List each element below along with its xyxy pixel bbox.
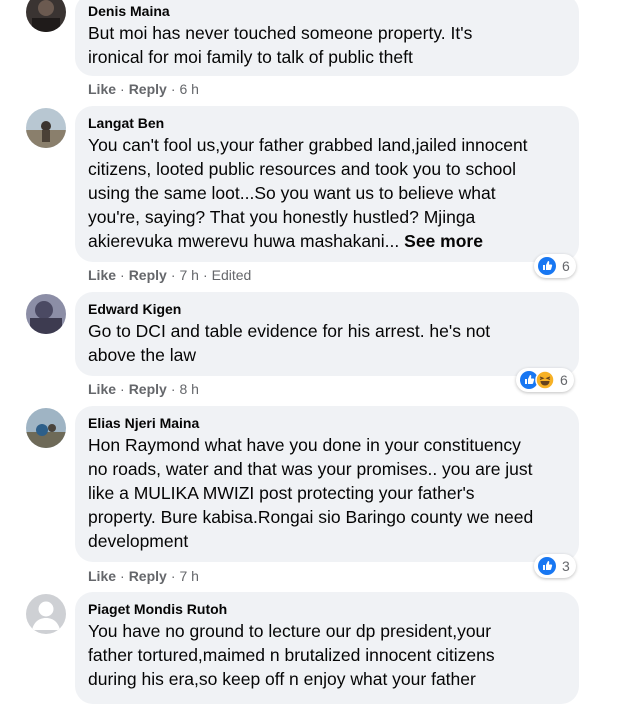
comment-line: during his era,so keep off n enjoy what … xyxy=(88,669,476,689)
reply-button[interactable]: Reply xyxy=(129,81,167,97)
avatar[interactable] xyxy=(26,594,66,634)
edited-label[interactable]: Edited xyxy=(212,267,252,283)
comment-line: ironical for moi family to talk of publi… xyxy=(88,47,413,67)
avatar[interactable] xyxy=(26,108,66,148)
reply-button[interactable]: Reply xyxy=(129,381,167,397)
haha-icon xyxy=(535,370,555,390)
comment-line: You have no ground to lecture our dp pre… xyxy=(88,621,492,641)
comment-line: father tortured,maimed n brutalized inno… xyxy=(88,645,495,665)
comment-line: above the law xyxy=(88,345,196,365)
comment-bubble: Langat Ben You can't fool us,your father… xyxy=(75,106,579,262)
reaction-summary[interactable]: 3 xyxy=(534,554,576,578)
comment-author[interactable]: Elias Njeri Maina xyxy=(88,414,567,432)
separator: · xyxy=(120,568,125,584)
comment-line: property. Bure kabisa.Rongai sio Baringo… xyxy=(88,507,534,527)
comment-line: Go to DCI and table evidence for his arr… xyxy=(88,321,491,341)
timestamp[interactable]: 7 h xyxy=(179,568,198,584)
separator: · xyxy=(170,568,176,584)
like-icon xyxy=(537,556,557,576)
separator: · xyxy=(170,81,176,97)
comment-line: development xyxy=(88,531,189,551)
comment-text: Hon Raymond what have you done in your c… xyxy=(88,433,567,553)
reaction-summary[interactable]: 6 xyxy=(534,254,576,278)
see-more-link[interactable]: See more xyxy=(404,231,483,251)
comment-text: But moi has never touched someone proper… xyxy=(88,21,567,69)
comment-line: citizens, looted public resources and to… xyxy=(88,159,517,179)
comment-author[interactable]: Edward Kigen xyxy=(88,300,567,318)
like-button[interactable]: Like xyxy=(88,568,116,584)
separator: · xyxy=(120,81,125,97)
reaction-summary[interactable]: 6 xyxy=(516,368,574,392)
comment-line: akierevuka mwerevu huwa mashakani... See… xyxy=(88,229,567,253)
separator: · xyxy=(202,267,208,283)
comment-actions: Like · Reply · 8 h xyxy=(88,380,199,398)
reaction-count: 3 xyxy=(562,558,570,574)
comment-line: You can't fool us,your father grabbed la… xyxy=(88,135,528,155)
like-button[interactable]: Like xyxy=(88,81,116,97)
comment-author[interactable]: Langat Ben xyxy=(88,114,567,132)
comment-text: You can't fool us,your father grabbed la… xyxy=(88,133,567,253)
comment-text: Go to DCI and table evidence for his arr… xyxy=(88,319,567,367)
reaction-count: 6 xyxy=(560,372,568,388)
comment-bubble: Piaget Mondis Rutoh You have no ground t… xyxy=(75,592,579,704)
comment-actions: Like · Reply · 7 h xyxy=(88,567,199,585)
like-button[interactable]: Like xyxy=(88,381,116,397)
avatar[interactable] xyxy=(26,408,66,448)
like-button[interactable]: Like xyxy=(88,267,116,283)
timestamp[interactable]: 8 h xyxy=(179,381,198,397)
avatar[interactable] xyxy=(26,294,66,334)
timestamp[interactable]: 7 h xyxy=(179,267,198,283)
comment-author[interactable]: Denis Maina xyxy=(88,2,567,20)
comment-line: no roads, water and that was your promis… xyxy=(88,459,533,479)
separator: · xyxy=(170,267,176,283)
reply-button[interactable]: Reply xyxy=(129,267,167,283)
comment-line: Hon Raymond what have you done in your c… xyxy=(88,435,521,455)
separator: · xyxy=(170,381,176,397)
comment-bubble: Elias Njeri Maina Hon Raymond what have … xyxy=(75,406,579,562)
comment-actions: Like · Reply · 6 h xyxy=(88,80,199,98)
comment-bubble: Edward Kigen Go to DCI and table evidenc… xyxy=(75,292,579,376)
like-icon xyxy=(537,256,557,276)
comment-line: using the same loot...So you want us to … xyxy=(88,183,496,203)
reply-button[interactable]: Reply xyxy=(129,568,167,584)
comment-line: But moi has never touched someone proper… xyxy=(88,23,473,43)
reaction-count: 6 xyxy=(562,258,570,274)
separator: · xyxy=(120,267,125,283)
comment-text: You have no ground to lecture our dp pre… xyxy=(88,619,567,691)
separator: · xyxy=(120,381,125,397)
comment-author[interactable]: Piaget Mondis Rutoh xyxy=(88,600,567,618)
comment-line: like a MULIKA MWIZI post protecting your… xyxy=(88,483,475,503)
comment-line-text: akierevuka mwerevu huwa mashakani... xyxy=(88,231,400,251)
comment-actions: Like · Reply · 7 h · Edited xyxy=(88,266,251,284)
comment-line: you're, saying? That you honestly hustle… xyxy=(88,207,476,227)
comment-bubble: Denis Maina But moi has never touched so… xyxy=(75,0,579,76)
avatar[interactable] xyxy=(26,0,66,32)
timestamp[interactable]: 6 h xyxy=(179,81,198,97)
